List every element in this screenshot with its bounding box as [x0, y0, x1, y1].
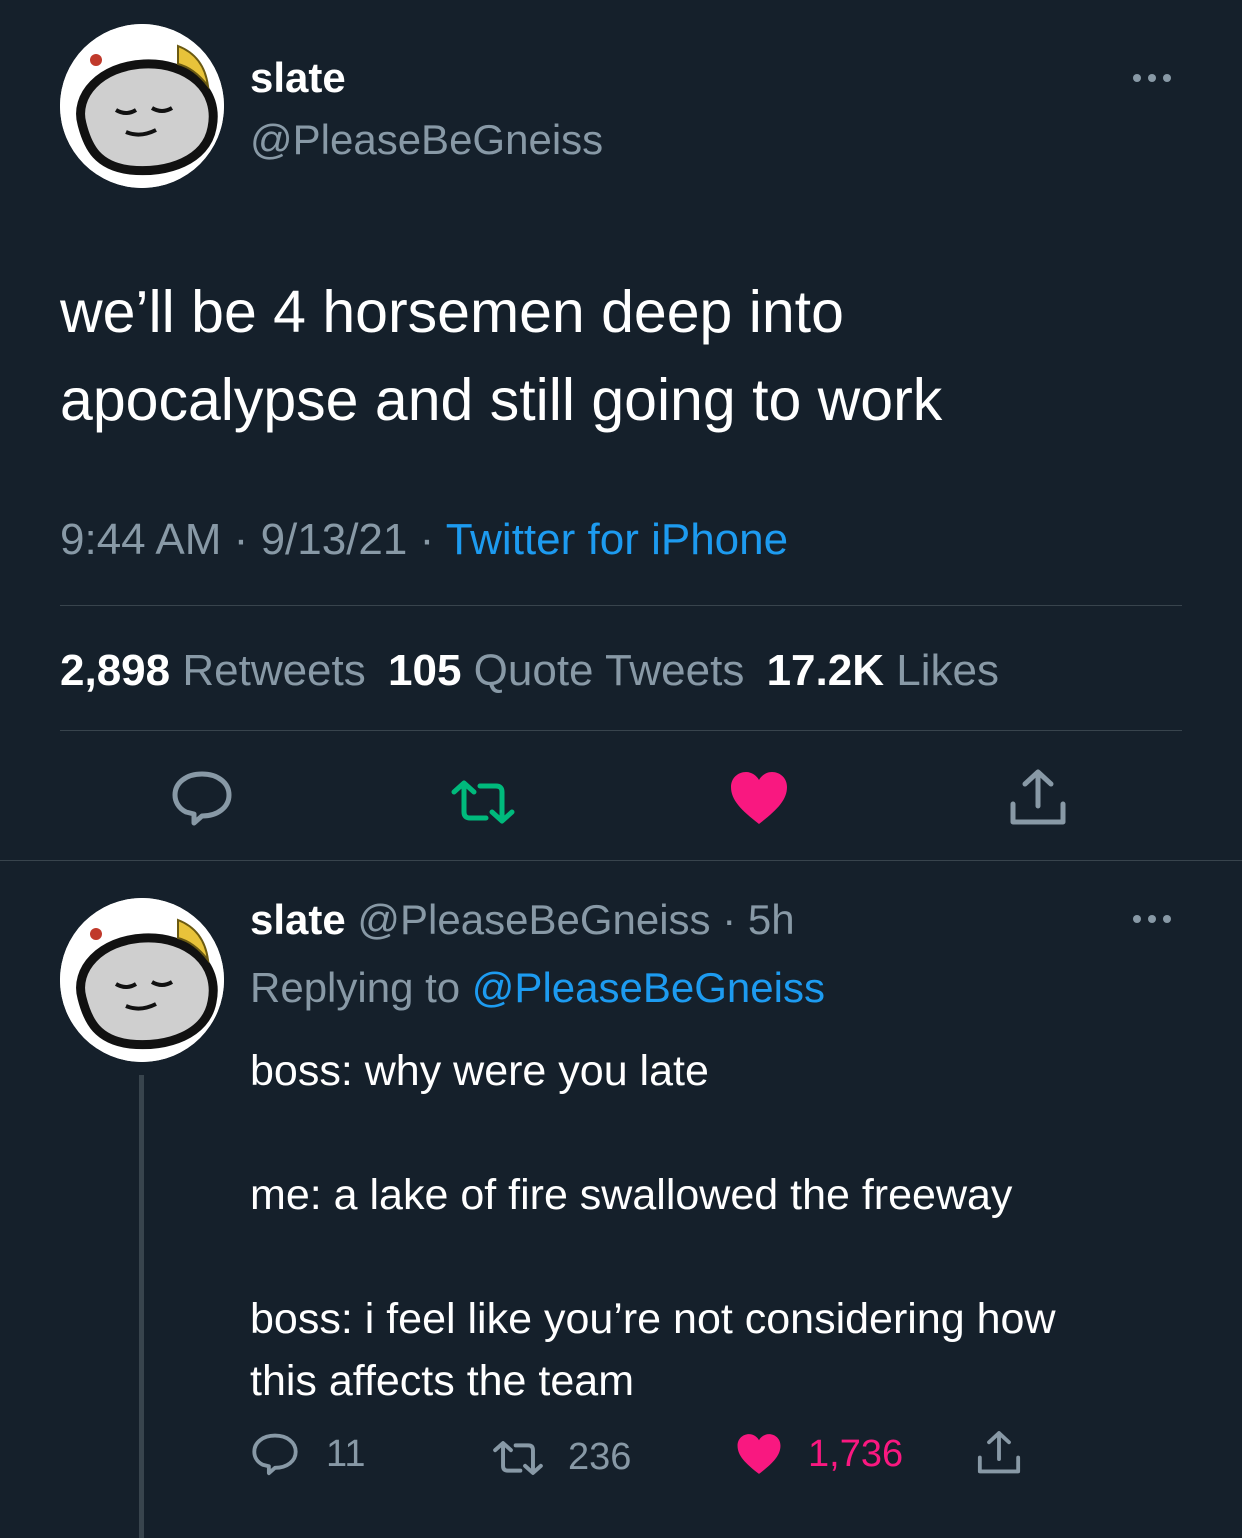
- section-divider: [0, 860, 1242, 861]
- share-button[interactable]: [1008, 768, 1068, 828]
- like-icon: [737, 1434, 781, 1474]
- tweet-stats: 2,898 Retweets 105 Quote Tweets 17.2K Li…: [60, 643, 999, 699]
- share-icon: [1010, 769, 1066, 825]
- reply-text-line: me: a lake of fire swallowed the freeway: [250, 1171, 1013, 1219]
- more-options-icon[interactable]: [1133, 915, 1171, 923]
- meta-separator: ·: [419, 515, 435, 564]
- retweet-button[interactable]: 236: [492, 1436, 631, 1479]
- meta-separator: ·: [722, 896, 737, 943]
- avatar[interactable]: [60, 24, 224, 188]
- retweet-icon: [451, 780, 515, 824]
- retweets-count: 2,898: [60, 646, 171, 695]
- thread-line: [139, 1075, 144, 1538]
- reply-button[interactable]: 11: [252, 1432, 365, 1476]
- reply-text-line: boss: i feel like you’re not considering…: [250, 1295, 1056, 1343]
- quotes-label: Quote Tweets: [473, 646, 745, 695]
- reply-text-line: this affects the team: [250, 1357, 635, 1405]
- share-icon: [977, 1431, 1021, 1474]
- tweet-age[interactable]: 5h: [748, 896, 795, 943]
- replying-to-handle[interactable]: @PleaseBeGneiss: [472, 964, 825, 1011]
- tweet-text-line: we’ll be 4 horsemen deep into: [60, 279, 844, 345]
- share-button[interactable]: [976, 1430, 1022, 1476]
- rock-avatar-icon: [60, 898, 224, 1062]
- replying-to: Replying to @PleaseBeGneiss: [250, 962, 825, 1014]
- likes-label: Likes: [896, 646, 999, 695]
- quotes-count: 105: [388, 646, 462, 695]
- quotes-stat[interactable]: 105 Quote Tweets: [388, 646, 757, 695]
- display-name[interactable]: slate: [250, 896, 346, 943]
- replying-to-label: Replying to: [250, 964, 461, 1011]
- retweets-label: Retweets: [182, 646, 366, 695]
- retweet-button[interactable]: [450, 780, 516, 824]
- avatar[interactable]: [60, 898, 224, 1062]
- tweet-meta: 9:44 AM · 9/13/21 · Twitter for iPhone: [60, 512, 788, 568]
- tweet-time: 9:44 AM: [60, 515, 222, 564]
- likes-count: 17.2K: [766, 646, 884, 695]
- tweet-text-line: apocalypse and still going to work: [60, 367, 943, 433]
- likes-stat[interactable]: 17.2K Likes: [767, 646, 999, 695]
- reply-icon: [172, 771, 232, 826]
- retweet-icon: [493, 1440, 543, 1475]
- divider: [60, 605, 1182, 606]
- tweet-source-link[interactable]: Twitter for iPhone: [446, 515, 788, 564]
- divider: [60, 730, 1182, 731]
- more-options-icon[interactable]: [1133, 74, 1171, 82]
- user-handle[interactable]: @PleaseBeGneiss: [250, 114, 603, 166]
- like-button[interactable]: 1,736: [736, 1432, 903, 1476]
- meta-separator: ·: [233, 515, 249, 564]
- reply-icon: [252, 1433, 298, 1476]
- display-name[interactable]: slate: [250, 52, 346, 104]
- retweet-count: 236: [568, 1436, 632, 1478]
- reply-count: 11: [326, 1432, 366, 1475]
- retweets-stat[interactable]: 2,898 Retweets: [60, 646, 378, 695]
- reply-header: slate @PleaseBeGneiss · 5h: [250, 894, 795, 946]
- reply-button[interactable]: [172, 770, 232, 826]
- reply-text: boss: why were you late me: a lake of fi…: [250, 1040, 1210, 1412]
- user-handle[interactable]: @PleaseBeGneiss: [357, 896, 710, 943]
- reply-text-line: boss: why were you late: [250, 1047, 709, 1095]
- rock-avatar-icon: [60, 24, 224, 188]
- like-count: 1,736: [808, 1432, 904, 1475]
- like-icon: [731, 772, 787, 824]
- tweet-date: 9/13/21: [260, 515, 408, 564]
- tweet-text: we’ll be 4 horsemen deep into apocalypse…: [60, 268, 1200, 444]
- like-button[interactable]: [729, 770, 789, 826]
